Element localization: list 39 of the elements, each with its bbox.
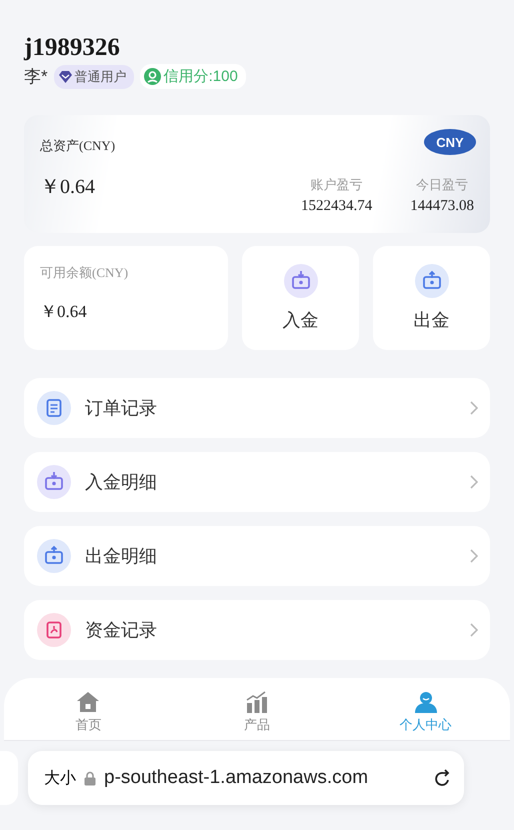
upload-tray-icon: [37, 539, 71, 573]
chevron-right-icon: [470, 623, 478, 637]
username: j1989326: [24, 34, 121, 62]
url-text: p-southeast-1.amazonaws.com: [104, 767, 370, 789]
stat-label: 今日盈亏: [416, 176, 468, 194]
menu-item[interactable]: 入金明细: [24, 452, 490, 512]
menu-item[interactable]: 资金记录: [24, 600, 490, 660]
user-icon: [414, 690, 438, 712]
member-badge: 普通用户: [54, 64, 134, 88]
bar-chart-icon: [245, 690, 269, 712]
upload-tray-icon: [414, 264, 448, 298]
stat-label: 账户盈亏: [310, 176, 363, 194]
stat-value: 1522434.74: [301, 198, 372, 215]
home-icon: [76, 690, 100, 712]
lock-icon: [84, 770, 96, 786]
diamond-icon: [58, 70, 72, 82]
withdraw-button[interactable]: 出金: [373, 246, 490, 350]
balance-label: 可用余额(CNY): [40, 264, 130, 282]
credit-badge: 信用分:100: [140, 64, 246, 89]
clipboard-icon: [37, 391, 71, 425]
user-name: 李*: [24, 66, 48, 88]
user-icon: [144, 68, 161, 85]
deposit-button[interactable]: 入金: [242, 246, 359, 350]
currency-badge: CNY: [424, 129, 476, 155]
download-tray-icon: [37, 465, 71, 499]
download-tray-icon: [284, 264, 318, 298]
total-assets-label: 总资产(CNY): [40, 137, 116, 155]
menu-item[interactable]: 出金明细: [24, 526, 490, 586]
text-size-button[interactable]: 大小: [44, 768, 76, 788]
address-bar[interactable]: 大小 p-southeast-1.amazonaws.com: [28, 751, 464, 805]
stat-value: 144473.08: [410, 198, 474, 215]
document-icon: [37, 613, 71, 647]
balance-amount: ￥0.64: [40, 301, 88, 323]
chevron-right-icon: [470, 475, 478, 489]
chevron-right-icon: [470, 549, 478, 563]
menu-item[interactable]: 订单记录: [24, 378, 490, 438]
total-assets-amount: ￥0.64: [40, 175, 96, 200]
chevron-right-icon: [470, 401, 478, 415]
reload-icon[interactable]: [434, 768, 452, 788]
